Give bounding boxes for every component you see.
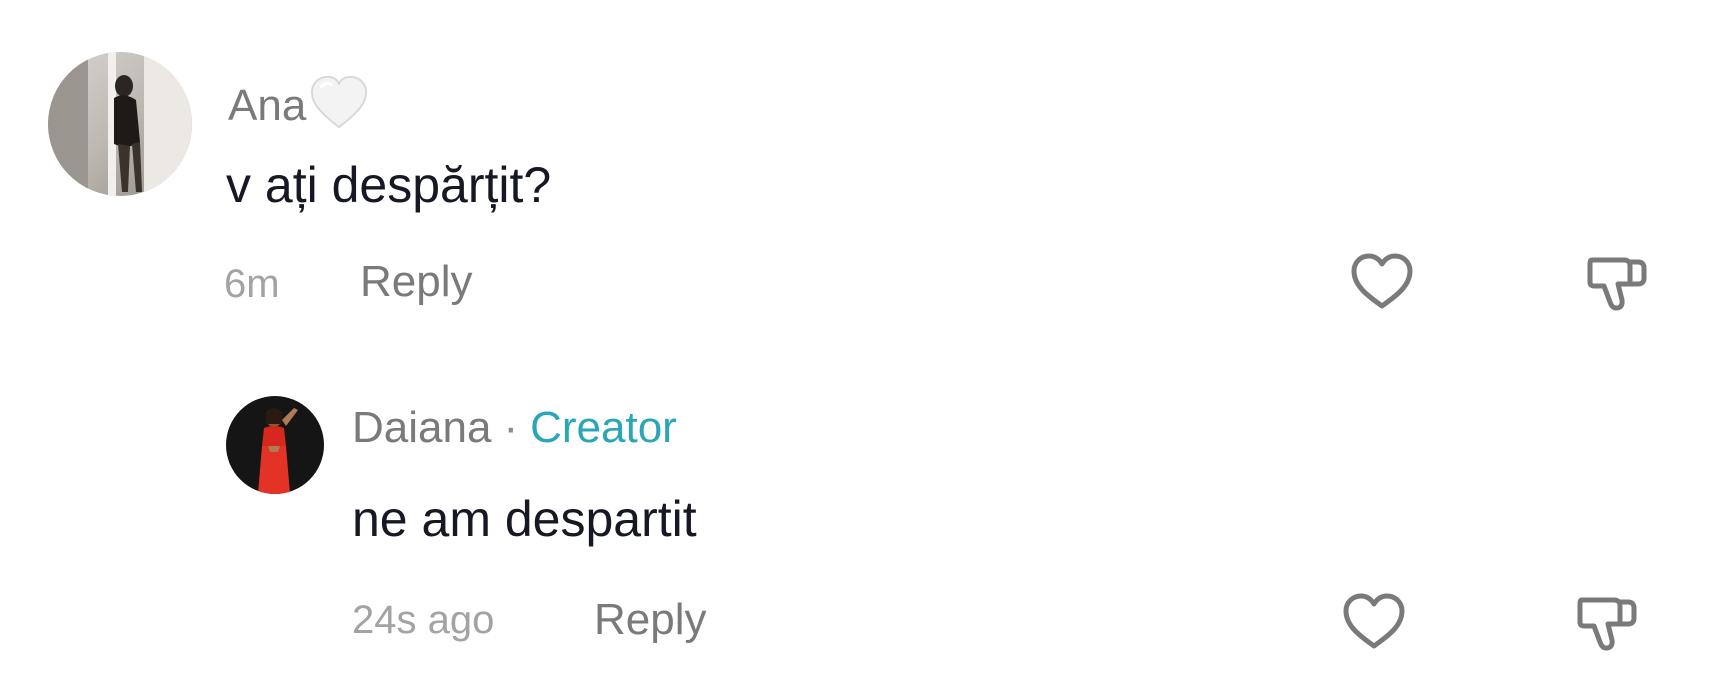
username-text: Daiana [352, 403, 492, 452]
heart-outline-icon [1351, 253, 1413, 309]
dislike-button[interactable] [1570, 586, 1642, 658]
avatar[interactable] [226, 396, 324, 494]
creator-badge: Creator [530, 403, 677, 452]
like-button[interactable] [1338, 586, 1410, 658]
dislike-button[interactable] [1580, 246, 1652, 318]
comment-text: v ați despărțit? [226, 157, 552, 213]
like-button[interactable] [1346, 246, 1418, 318]
timestamp: 24s ago [352, 598, 495, 642]
avatar-image [48, 52, 192, 196]
username[interactable]: Ana [228, 72, 370, 132]
comment-text: ne am despartit [352, 491, 697, 547]
heart-outline-icon [1343, 593, 1405, 649]
username-text: Ana [228, 81, 307, 130]
white-heart-emoji-icon [311, 75, 368, 129]
thumbs-down-icon [1587, 257, 1647, 311]
avatar-image [226, 396, 324, 494]
reply-button[interactable]: Reply [594, 598, 707, 642]
avatar[interactable] [48, 52, 192, 196]
reply-button[interactable]: Reply [360, 260, 473, 304]
separator-dot: · [503, 403, 519, 452]
thumbs-down-icon [1577, 597, 1637, 651]
timestamp: 6m [224, 262, 280, 306]
username[interactable]: Daiana · Creator [352, 406, 677, 450]
